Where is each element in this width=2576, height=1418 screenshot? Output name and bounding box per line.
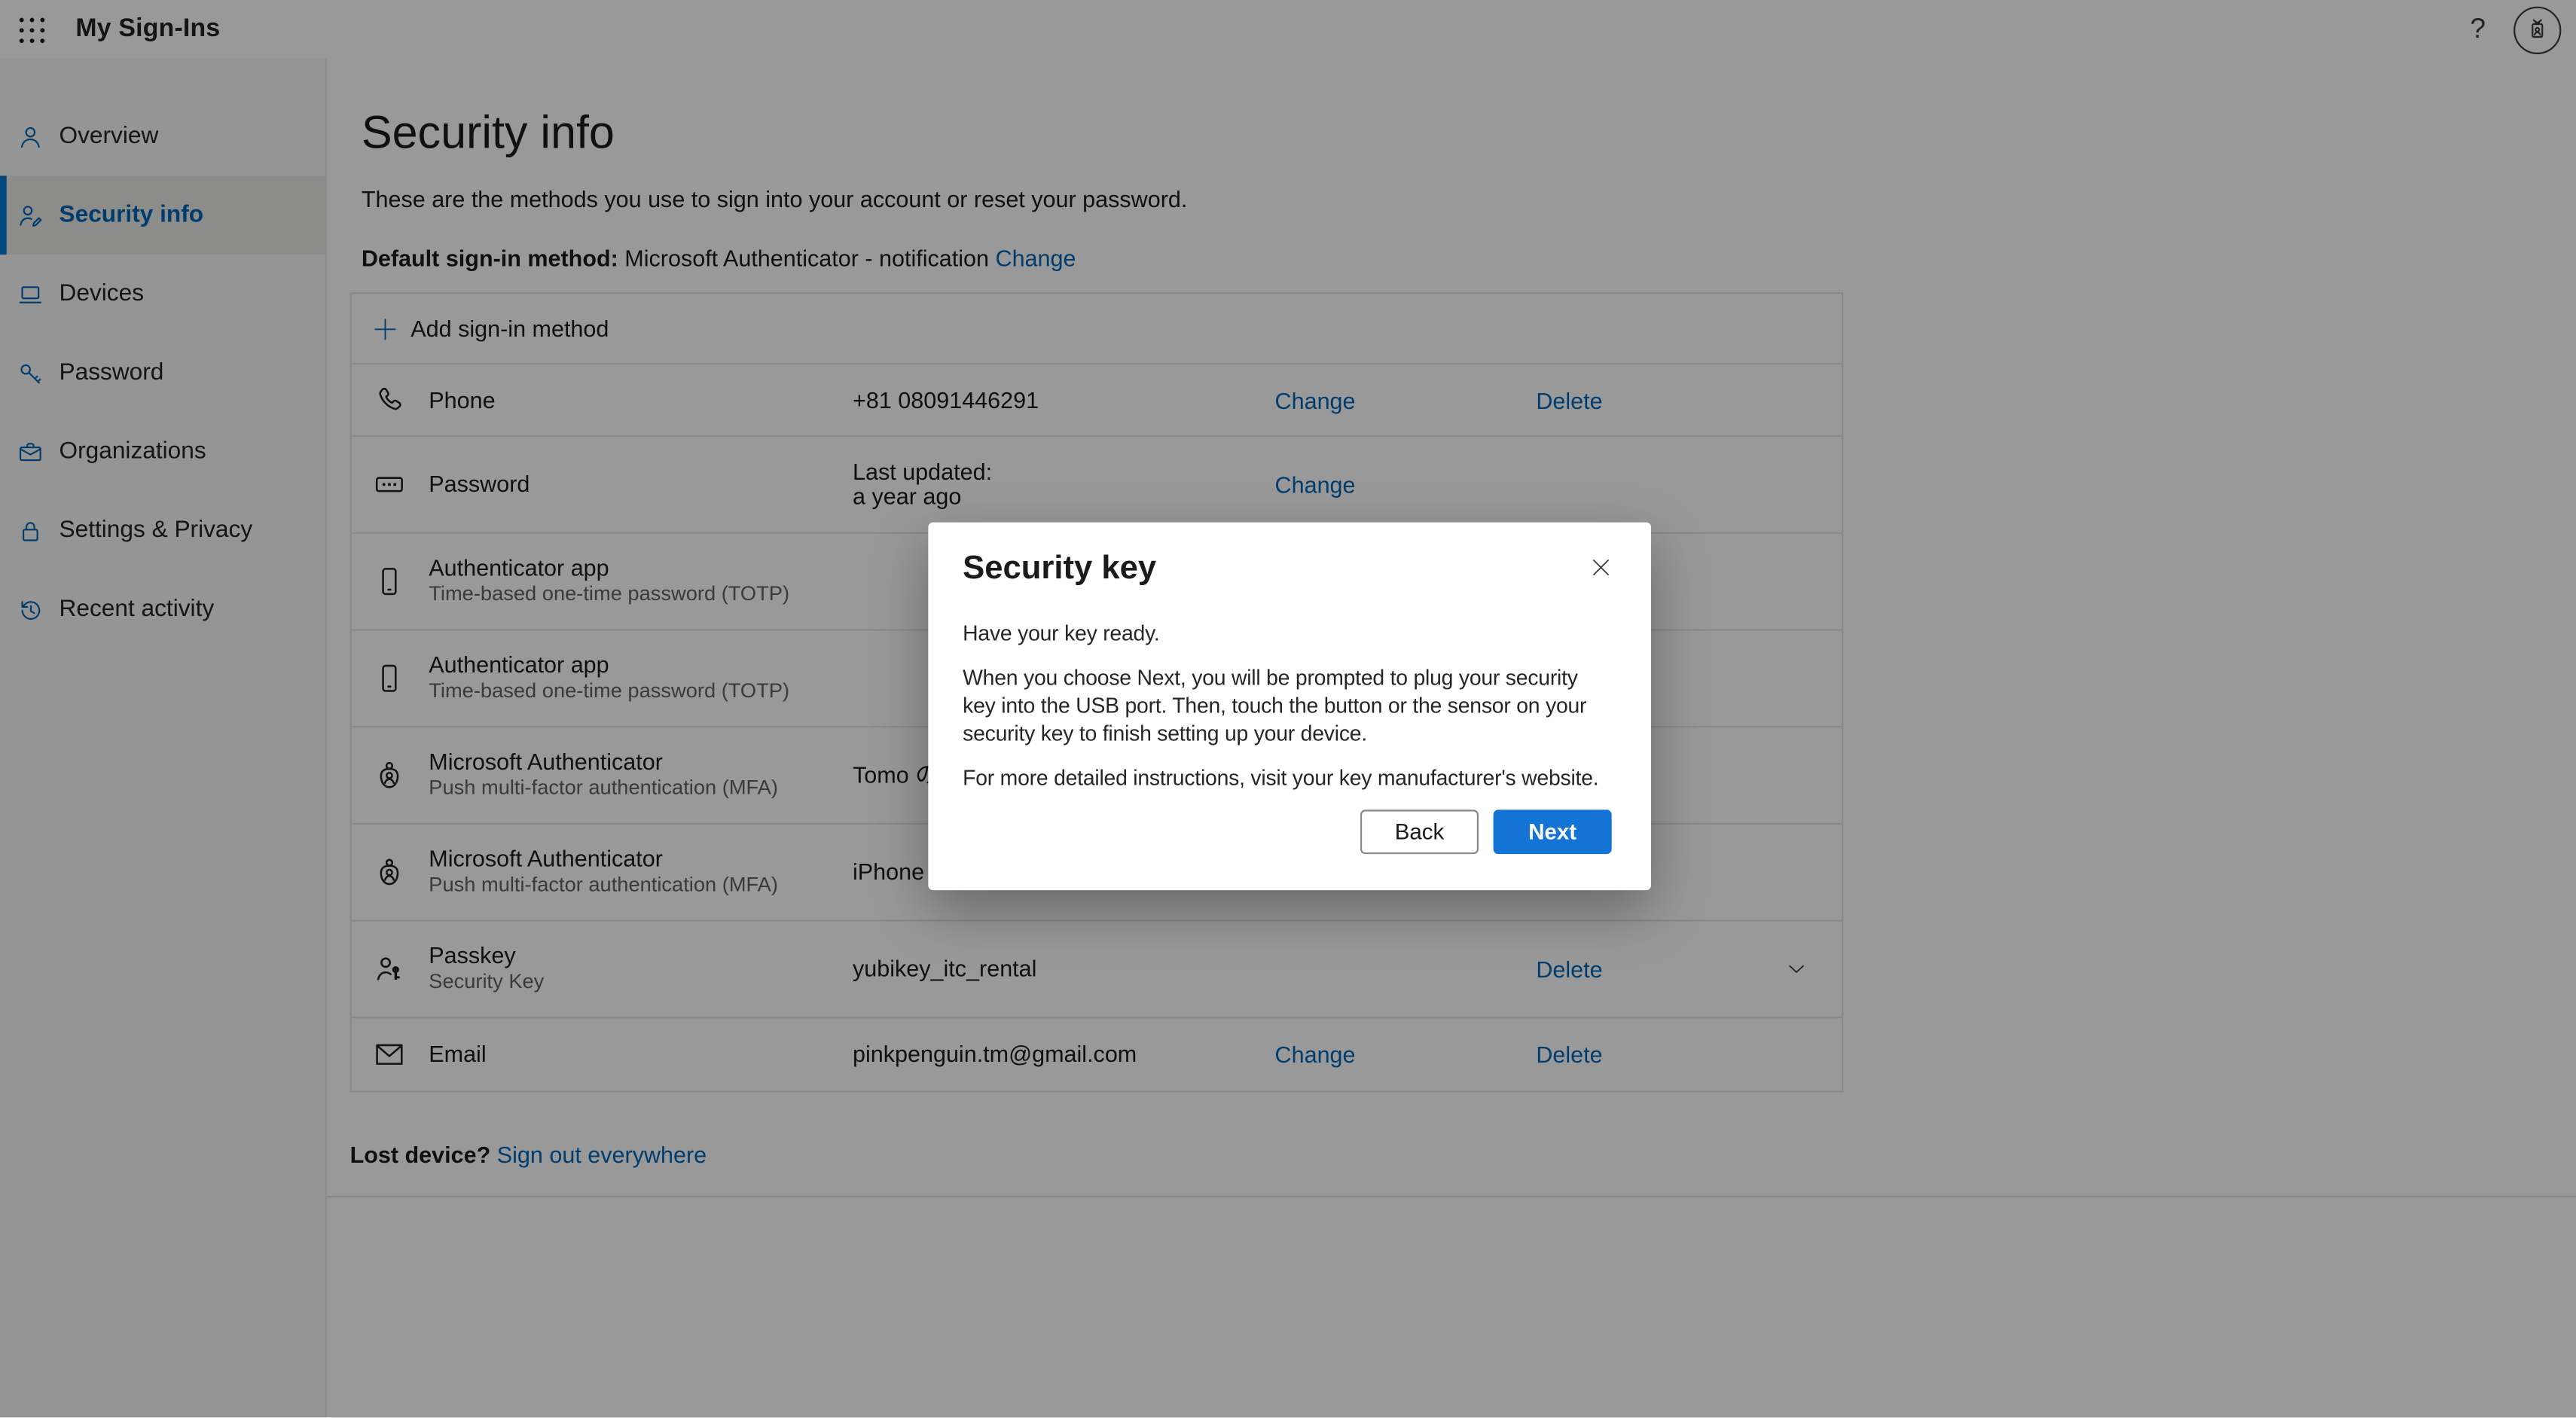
dialog-paragraph-3: For more detailed instructions, visit yo… — [963, 764, 1612, 791]
page: My Sign-Ins ? OverviewSecurity infoDevic… — [0, 0, 2576, 1418]
dialog-title: Security key — [963, 550, 1612, 588]
back-button[interactable]: Back — [1360, 810, 1479, 854]
dialog-paragraph-2: When you choose Next, you will be prompt… — [963, 663, 1612, 747]
close-icon[interactable] — [1589, 555, 1613, 580]
next-button[interactable]: Next — [1494, 810, 1612, 854]
dialog-buttons: Back Next — [1360, 810, 1612, 854]
dialog-paragraph-1: Have your key ready. — [963, 619, 1612, 647]
security-key-dialog-body: Security key Have your key ready. When y… — [928, 523, 1651, 891]
security-key-dialog: Security key Have your key ready. When y… — [928, 523, 1651, 891]
close-icon-glyph — [1589, 555, 1613, 580]
